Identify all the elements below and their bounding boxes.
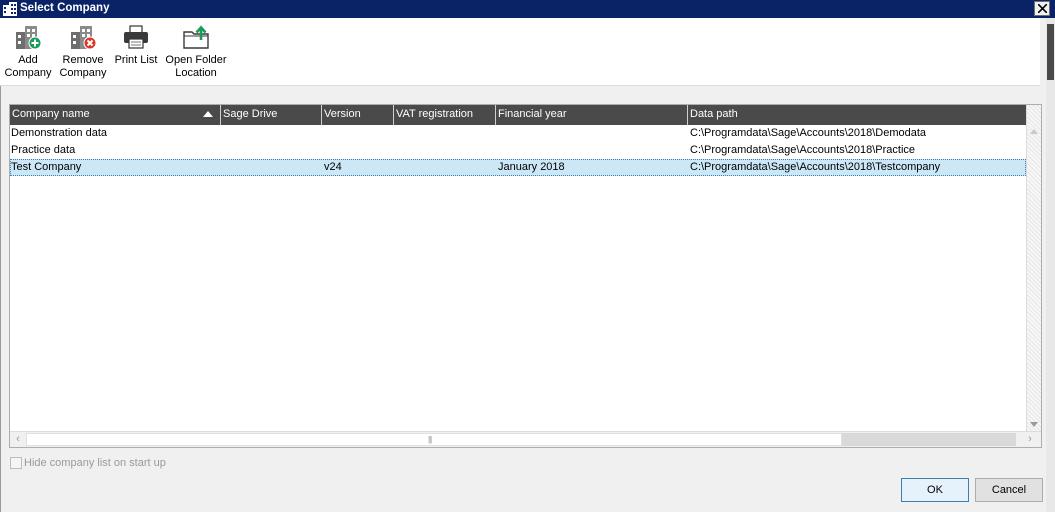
sort-ascending-icon [203, 111, 213, 117]
close-button[interactable] [1034, 1, 1050, 16]
scroll-right-icon[interactable]: › [1024, 434, 1036, 446]
add-company-button[interactable]: Add Company [4, 22, 52, 84]
scroll-up-icon[interactable] [1030, 129, 1038, 134]
horizontal-scroll-track[interactable] [842, 433, 1016, 446]
building-remove-icon [71, 26, 97, 50]
table-row[interactable]: Practice data C:\Programdata\Sage\Accoun… [10, 142, 1026, 159]
window-scrollbar-thumb[interactable] [1047, 24, 1054, 80]
hide-list-label: Hide company list on start up [24, 457, 166, 469]
building-plus-icon [16, 26, 42, 50]
window-title: Select Company [20, 2, 110, 14]
column-header-sage-drive[interactable]: Sage Drive [220, 105, 321, 125]
data-path-cell: C:\Programdata\Sage\Accounts\2018\Testco… [690, 161, 941, 173]
list-rows: Demonstration data C:\Programdata\Sage\A… [10, 125, 1026, 176]
open-folder-location-button[interactable]: Open Folder Location [164, 22, 228, 84]
column-header-financial-year[interactable]: Financial year [495, 105, 687, 125]
scroll-left-icon[interactable]: ‹ [12, 434, 24, 446]
list-horizontal-scrollbar[interactable]: ‹ ||| › [10, 431, 1041, 447]
title-bar: Select Company [0, 0, 1055, 18]
column-header-data-path[interactable]: Data path [687, 105, 1026, 125]
horizontal-scroll-thumb[interactable] [26, 433, 842, 446]
company-name-cell: Test Company [11, 161, 82, 173]
cancel-button[interactable]: Cancel [975, 478, 1043, 502]
building-icon [3, 2, 17, 16]
hide-list-checkbox[interactable] [10, 457, 22, 469]
data-path-cell: C:\Programdata\Sage\Accounts\2018\Demoda… [690, 127, 927, 139]
data-path-cell: C:\Programdata\Sage\Accounts\2018\Practi… [690, 144, 916, 156]
printer-icon [124, 25, 148, 49]
window-scrollbar[interactable] [1046, 18, 1055, 512]
scroll-down-icon[interactable] [1030, 422, 1038, 427]
ok-button[interactable]: OK [901, 478, 969, 502]
remove-company-label: Remove Company [59, 54, 107, 79]
company-list[interactable]: Company name Sage Drive Version VAT regi… [9, 104, 1042, 448]
remove-company-button[interactable]: Remove Company [58, 22, 108, 84]
column-header-company-name[interactable]: Company name [10, 105, 218, 125]
toolbar: Add Company Remove Company Print List Op… [0, 18, 1040, 86]
scroll-grip-icon: ||| [428, 435, 432, 444]
table-row-selected[interactable]: Test Company v24 January 2018 C:\Program… [10, 159, 1026, 176]
print-list-button[interactable]: Print List [112, 22, 160, 84]
add-company-label: Add Company [4, 54, 52, 79]
version-cell: v24 [324, 161, 342, 173]
company-name-cell: Practice data [11, 144, 76, 156]
company-name-cell: Demonstration data [11, 127, 107, 139]
column-header-vat-registration[interactable]: VAT registration [393, 105, 495, 125]
table-row[interactable]: Demonstration data C:\Programdata\Sage\A… [10, 125, 1026, 142]
column-header-version[interactable]: Version [321, 105, 393, 125]
financial-year-cell: January 2018 [498, 161, 565, 173]
list-header: Company name Sage Drive Version VAT regi… [10, 105, 1026, 125]
close-icon [1038, 4, 1047, 13]
print-list-label: Print List [114, 54, 158, 66]
list-vertical-scrollbar[interactable] [1026, 105, 1041, 431]
open-folder-location-label: Open Folder Location [165, 54, 227, 79]
folder-up-icon [183, 25, 209, 49]
